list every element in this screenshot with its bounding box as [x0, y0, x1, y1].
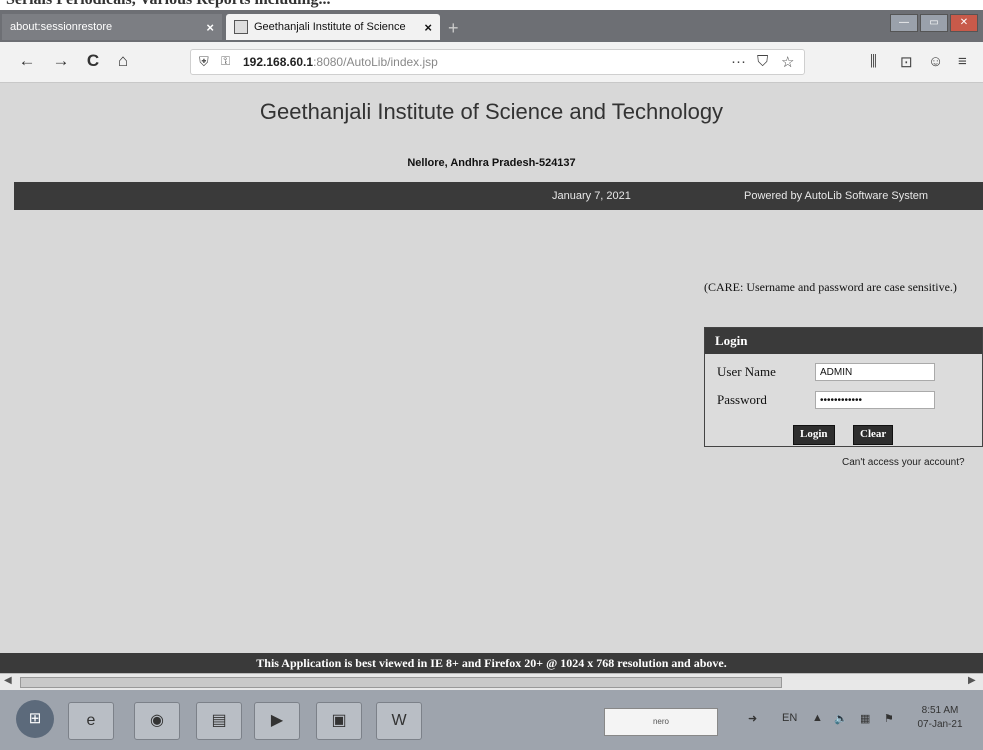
tracking-shield-icon[interactable]: ⛨ [199, 54, 209, 70]
address-bar[interactable]: ⛨ ⚿ 192.168.60.1:8080/AutoLib/index.jsp … [190, 49, 805, 75]
scroll-left-icon[interactable]: ◀ [4, 675, 12, 686]
volume-icon[interactable]: 🔈 [834, 712, 848, 725]
library-icon[interactable]: ⫼ [870, 53, 877, 70]
page-viewport: Geethanjali Institute of Science and Tec… [0, 83, 983, 673]
login-button[interactable]: Login [793, 425, 835, 445]
clear-button[interactable]: Clear [853, 425, 894, 445]
sidebar-icon[interactable]: ⊡ [900, 53, 913, 71]
firefox-icon[interactable]: ◉ [134, 702, 180, 740]
username-label: User Name [717, 364, 776, 379]
menu-icon[interactable]: ≡ [958, 53, 967, 70]
header-bar: January 7, 2021 Powered by AutoLib Softw… [14, 182, 983, 210]
password-input[interactable] [815, 391, 935, 409]
bookmark-star-icon[interactable]: ☆ [781, 53, 794, 71]
case-sensitive-note: (CARE: Username and password are case se… [704, 280, 957, 294]
site-title: Geethanjali Institute of Science and Tec… [259, 99, 724, 124]
clock-time: 8:51 AM [921, 705, 959, 716]
tab-close-icon[interactable]: × [206, 20, 214, 35]
username-input[interactable] [815, 363, 935, 381]
action-center-icon[interactable]: ⚑ [884, 712, 894, 725]
nero-toolbar[interactable]: nero [604, 708, 718, 736]
forward-icon[interactable]: → [50, 51, 72, 71]
insecure-lock-icon[interactable]: ⚿ [221, 54, 230, 69]
current-date: January 7, 2021 [552, 190, 631, 202]
windows-taskbar: ⊞ e ◉ ▤ ▶ ▣ W nero ➜ EN ▲ 🔈 ▦ ⚑ 8:51 AM … [0, 690, 983, 750]
tab-close-icon[interactable]: × [424, 20, 432, 35]
file-explorer-icon[interactable]: ▤ [196, 702, 242, 740]
tab-sessionrestore[interactable]: about:sessionrestore × [2, 14, 222, 40]
app-icon[interactable]: ▣ [316, 702, 362, 740]
login-panel: Login User Name Password Login Clear [704, 327, 983, 447]
network-icon[interactable]: ▦ [860, 712, 870, 725]
tab-geethanjali[interactable]: Geethanjali Institute of Science × [226, 14, 440, 40]
cant-access-link[interactable]: Can't access your account? [842, 457, 965, 468]
url-text[interactable]: 192.168.60.1:8080/AutoLib/index.jsp [243, 55, 438, 69]
start-button-icon[interactable]: ⊞ [16, 700, 54, 738]
reload-icon[interactable]: C [82, 51, 104, 71]
home-icon[interactable]: ⌂ [112, 51, 134, 71]
url-path: :8080/AutoLib/index.jsp [313, 55, 438, 69]
pocket-icon[interactable]: ⛉ [757, 53, 768, 70]
tray-arrow-icon[interactable]: ➜ [748, 712, 757, 725]
clock-date: 07-Jan-21 [917, 719, 963, 730]
language-indicator[interactable]: EN [782, 712, 797, 724]
browser-tab-bar: about:sessionrestore × Geethanjali Insti… [0, 10, 983, 42]
new-tab-button[interactable]: + [448, 18, 459, 39]
site-favicon-icon [234, 20, 248, 34]
footer-bar: This Application is best viewed in IE 8+… [0, 653, 983, 673]
browser-nav-bar: ← → C ⌂ ⛨ ⚿ 192.168.60.1:8080/AutoLib/in… [0, 42, 983, 83]
scroll-right-icon[interactable]: ▶ [968, 675, 976, 686]
document-caption: Serials Periodicals, Various Reports inc… [6, 0, 330, 9]
close-window-button[interactable]: ✕ [950, 14, 978, 32]
system-clock[interactable]: 8:51 AM 07-Jan-21 [905, 704, 975, 732]
login-header: Login [705, 328, 982, 354]
maximize-button[interactable]: ▭ [920, 14, 948, 32]
back-icon[interactable]: ← [16, 51, 38, 71]
media-player-icon[interactable]: ▶ [254, 702, 300, 740]
password-label: Password [717, 392, 767, 407]
show-hidden-icons-icon[interactable]: ▲ [812, 712, 823, 724]
account-icon[interactable]: ☺ [928, 53, 943, 70]
site-address: Nellore, Andhra Pradesh-524137 [407, 157, 576, 169]
page-actions-icon[interactable]: ··· [731, 53, 746, 70]
internet-explorer-icon[interactable]: e [68, 702, 114, 740]
word-icon[interactable]: W [376, 702, 422, 740]
tab-label: Geethanjali Institute of Science [254, 21, 406, 33]
document-caption-strip: Serials Periodicals, Various Reports inc… [0, 0, 983, 10]
horizontal-scrollbar[interactable]: ◀ ▶ [0, 673, 983, 690]
scrollbar-thumb[interactable] [20, 677, 782, 688]
url-host: 192.168.60.1 [243, 55, 314, 69]
minimize-button[interactable]: — [890, 14, 918, 32]
tab-label: about:sessionrestore [10, 21, 113, 33]
powered-by-text: Powered by AutoLib Software System [744, 190, 929, 202]
